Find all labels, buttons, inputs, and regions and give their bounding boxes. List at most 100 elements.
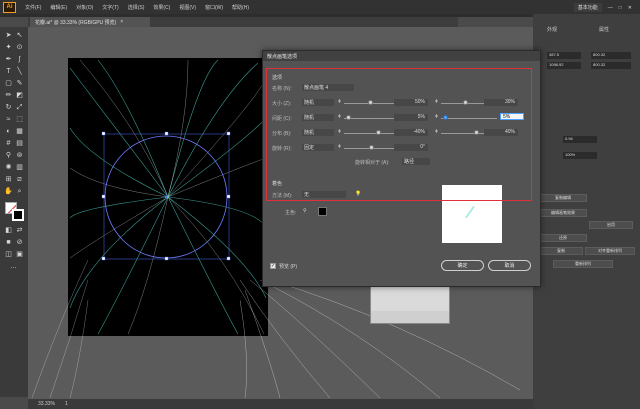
revert-button[interactable]: 还原 (539, 234, 587, 242)
tab-properties[interactable]: 属性 (595, 24, 613, 34)
spacing-min-knob[interactable] (346, 115, 351, 120)
draw-mode-icon[interactable]: ◫ (4, 250, 13, 259)
y-field[interactable]: 1098.92 (547, 62, 581, 69)
menu-type[interactable]: 文字(T) (102, 4, 118, 11)
menu-view[interactable]: 视图(V) (179, 4, 196, 11)
menu-effect[interactable]: 效果(C) (153, 4, 170, 11)
spacing-max-knob[interactable] (443, 115, 448, 120)
scatter-min-knob[interactable] (376, 130, 381, 135)
curvature-icon[interactable]: ∫ (15, 55, 24, 64)
perspective-grid-icon[interactable]: ▦ (15, 127, 24, 136)
align-arrange-button[interactable]: 对齐重新排列 (585, 247, 635, 255)
screen-mode-icon[interactable]: ▣ (15, 250, 24, 259)
gradient-tool-icon[interactable]: ▤ (15, 139, 24, 148)
menu-window[interactable]: 窗口(W) (205, 4, 223, 11)
workspace-switcher[interactable]: 基本功能 (573, 3, 602, 12)
width-tool-icon[interactable]: ≈ (4, 115, 13, 124)
scatter-min-value[interactable]: -40% (394, 129, 428, 136)
rotation-min-value[interactable]: 0° (394, 144, 428, 151)
line-tool-icon[interactable]: ╲ (15, 67, 24, 76)
eyedropper-icon[interactable]: ⚲ (4, 151, 13, 160)
rotate-tool-icon[interactable]: ↻ (4, 103, 13, 112)
maximize-icon[interactable]: □ (619, 5, 622, 11)
spacing-max-value[interactable]: 5% (500, 113, 524, 120)
name-input[interactable]: 散点画笔 4 (302, 84, 354, 91)
free-transform-icon[interactable]: ⬚ (15, 115, 24, 124)
tips-icon[interactable]: 💡 (355, 191, 361, 197)
opacity-field[interactable]: 100% (563, 152, 597, 159)
menu-object[interactable]: 对象(O) (76, 4, 93, 11)
swap-colors-icon[interactable]: ⇄ (15, 226, 24, 235)
color-mode-icon[interactable]: ■ (4, 238, 13, 247)
preview-checkbox[interactable]: ✓ (270, 263, 276, 269)
blend-tool-icon[interactable]: ⊚ (15, 151, 24, 160)
scatter-mode-select[interactable]: 随机 (302, 129, 334, 136)
stroke-swatch-icon[interactable] (12, 209, 24, 221)
none-mode-icon[interactable]: ⊘ (15, 238, 24, 247)
minimize-icon[interactable]: — (608, 5, 613, 11)
method-select[interactable]: 无 (302, 191, 346, 198)
spacing-mode-select[interactable]: 随机 (302, 114, 334, 121)
type-tool-icon[interactable]: T (4, 67, 13, 76)
scatter-min-slider[interactable] (344, 133, 400, 134)
menu-select[interactable]: 选择(S) (128, 4, 145, 11)
rotation-min-knob[interactable] (369, 145, 374, 150)
rearrange-button[interactable]: 重新排列 (553, 260, 613, 268)
lasso-icon[interactable]: ⊙ (15, 43, 24, 52)
zoom-level[interactable]: 33.33% (38, 401, 55, 407)
mesh-tool-icon[interactable]: # (4, 139, 13, 148)
size-max-value[interactable]: 30% (484, 99, 518, 106)
spacing-min-slider[interactable] (344, 118, 400, 119)
selection-tool-icon[interactable]: ➤ (4, 31, 13, 40)
size-mode-select[interactable]: 随机 (302, 99, 334, 106)
menu-help[interactable]: 帮助(H) (232, 4, 249, 11)
rotate-relative-select[interactable]: 路径 (402, 158, 430, 165)
slice-tool-icon[interactable]: ⧄ (15, 175, 24, 184)
symbol-sprayer-icon[interactable]: ✺ (4, 163, 13, 172)
pencil-tool-icon[interactable]: ✏ (4, 91, 13, 100)
magic-wand-icon[interactable]: ✦ (4, 43, 13, 52)
size-min-value[interactable]: 50% (394, 99, 428, 106)
key-color-swatch[interactable] (318, 207, 327, 216)
document-tab[interactable]: 花瓣.ai* @ 33.33% (RGB/GPU 预览) × (30, 17, 150, 27)
status-bar: 33.33% 1 (28, 399, 533, 409)
pen-tool-icon[interactable]: ✒ (4, 55, 13, 64)
enable-button[interactable]: 启用 (589, 221, 633, 229)
tab-appearance[interactable]: 外观 (543, 24, 561, 34)
eyedropper-key-color-icon[interactable]: ⚲ (303, 208, 307, 214)
zoom-tool-icon[interactable]: ⌕ (15, 187, 24, 196)
hand-tool-icon[interactable]: ✋ (4, 187, 13, 196)
w-field[interactable]: 800.32 (591, 52, 631, 59)
direct-selection-tool-icon[interactable]: ↖ (15, 31, 24, 40)
close-window-icon[interactable]: ✕ (628, 5, 632, 11)
rotation-mode-select[interactable]: 固定 (302, 144, 334, 151)
scatter-max-value[interactable]: 40% (484, 129, 518, 136)
default-colors-icon[interactable]: ◧ (4, 226, 13, 235)
spacing-max-slider[interactable] (441, 118, 497, 119)
x-field[interactable]: 387.5 (547, 52, 581, 59)
artboard-tool-icon[interactable]: ⊞ (4, 175, 13, 184)
scatter-max-knob[interactable] (474, 130, 479, 135)
more-tools-icon[interactable]: … (9, 262, 18, 271)
paintbrush-icon[interactable]: ✎ (15, 79, 24, 88)
size-max-knob[interactable] (463, 100, 468, 105)
menu-file[interactable]: 文件(F) (25, 4, 41, 11)
graph-tool-icon[interactable]: ▥ (15, 163, 24, 172)
edit-brush-button[interactable]: 编辑画笔效果 (539, 209, 587, 217)
shape-builder-icon[interactable]: ◐ (4, 127, 13, 136)
size-min-knob[interactable] (368, 100, 373, 105)
scale-tool-icon[interactable]: ⤢ (15, 103, 24, 112)
artboard[interactable] (68, 58, 268, 336)
cancel-button[interactable]: 取消 (488, 260, 531, 271)
rectangle-tool-icon[interactable]: ▢ (4, 79, 13, 88)
tab-close-icon[interactable]: × (120, 19, 123, 25)
eraser-icon[interactable]: ◩ (15, 91, 24, 100)
copy-button[interactable]: 复制 (539, 247, 583, 255)
duplicate-edit-button[interactable]: 复制编辑 (539, 194, 587, 202)
stroke-width-field[interactable]: 0.94 (563, 136, 597, 143)
page-number[interactable]: 1 (65, 401, 68, 407)
h-field[interactable]: 800.32 (591, 62, 631, 69)
menu-edit[interactable]: 编辑(E) (50, 4, 67, 11)
ok-button[interactable]: 确定 (441, 260, 484, 271)
spacing-min-value[interactable]: 5% (394, 114, 428, 121)
